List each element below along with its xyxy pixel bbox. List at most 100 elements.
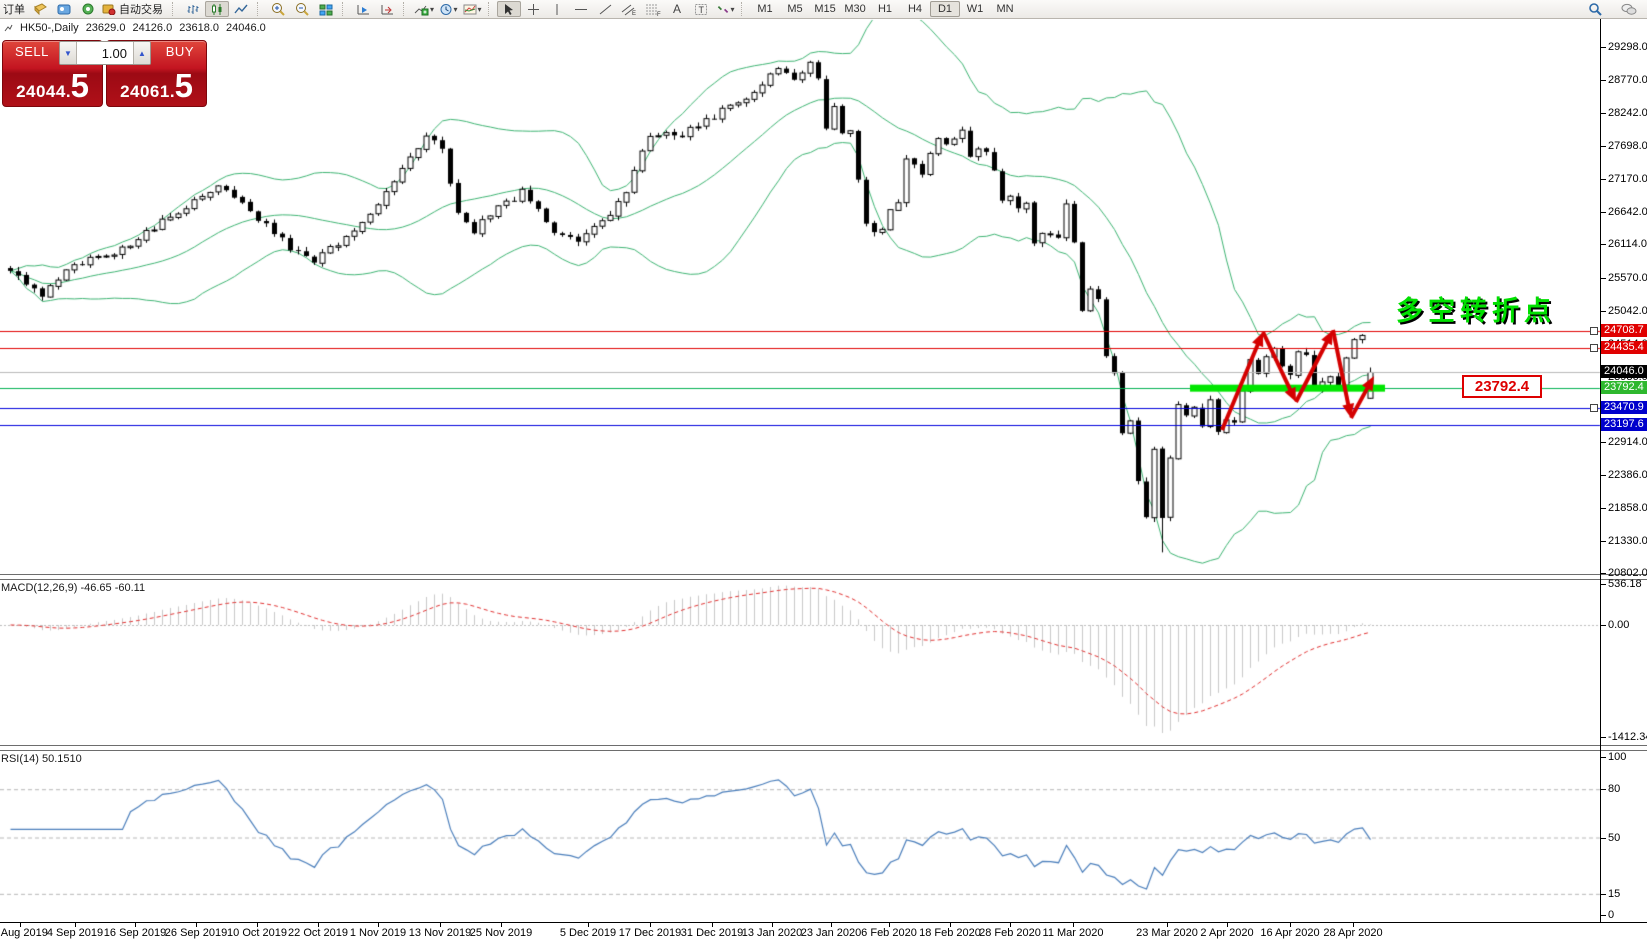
chart-text-annotation[interactable]: 多空转折点 [1396, 289, 1556, 328]
price-axis-tick [1601, 47, 1606, 48]
bar-chart-icon[interactable] [181, 1, 205, 17]
date-axis-label: 23 Mar 2020 [1136, 927, 1198, 939]
zoom-out-icon[interactable] [290, 1, 314, 17]
dropdown-caret-icon: ▾ [430, 4, 435, 14]
macd-axis-tick-label: -1412.34 [1608, 731, 1647, 743]
svg-text:F: F [657, 12, 661, 16]
timeframe-h4[interactable]: H4 [900, 1, 930, 17]
toolbar-group-orders: 订单 自动交易 [0, 0, 168, 18]
toolbar-separator [342, 2, 348, 16]
mt4-window: 订单 自动交易 ▾ ▾ ▾ E F A T ▾ M1 M5 M15 M30 H1… [0, 0, 1647, 942]
price-axis-tick-label: 26114.0 [1608, 238, 1647, 250]
date-axis-label: 16 Apr 2020 [1260, 927, 1320, 939]
period-clock-icon[interactable]: ▾ [436, 1, 460, 17]
price-axis-tick-label: 28242.0 [1608, 107, 1647, 119]
arrow-objects-icon[interactable]: ▾ [713, 1, 737, 17]
add-indicator-icon[interactable]: ▾ [412, 1, 436, 17]
signals-icon[interactable] [76, 1, 100, 17]
chart-shift-icon[interactable] [351, 1, 375, 17]
fibonacci-icon[interactable]: F [641, 1, 665, 17]
autotrading-button[interactable]: 自动交易 [100, 1, 168, 17]
cursor-icon[interactable] [497, 1, 522, 17]
price-badge: 23197.6 [1601, 418, 1647, 431]
date-axis-label: 25 Nov 2019 [469, 927, 533, 939]
chat-icon[interactable] [1617, 1, 1641, 17]
symbol-name: HK50-,Daily [20, 22, 79, 34]
timeframe-mn[interactable]: MN [990, 1, 1020, 17]
date-axis-label: 31 Dec 2019 [680, 927, 744, 939]
toolbar-separator [741, 2, 747, 16]
timeframe-h1[interactable]: H1 [870, 1, 900, 17]
symbol-info-line: HK50-,Daily 23629.0 24126.0 23618.0 2404… [4, 22, 266, 34]
timeframe-w1[interactable]: W1 [960, 1, 990, 17]
chart-canvas[interactable] [0, 0, 1647, 942]
date-axis-label: 2 Apr 2020 [1200, 927, 1254, 939]
text-icon[interactable]: A [665, 1, 689, 17]
auto-scroll-icon[interactable] [375, 1, 399, 17]
line-drag-handle[interactable] [1590, 344, 1598, 352]
timeframe-m5[interactable]: M5 [780, 1, 810, 17]
trendline-icon[interactable] [593, 1, 617, 17]
dropdown-caret-icon: ▾ [477, 4, 482, 14]
date-axis-label: 4 Sep 2019 [46, 927, 104, 939]
timeframe-m1[interactable]: M1 [750, 1, 780, 17]
volume-decrease-button[interactable]: ▼ [60, 42, 77, 64]
line-drag-handle[interactable] [1590, 327, 1598, 335]
orders-label[interactable]: 订单 [0, 1, 28, 17]
volume-input[interactable]: 1.00 [77, 42, 133, 64]
timeframe-m15[interactable]: M15 [810, 1, 840, 17]
rsi-label: RSI(14) 50.1510 [1, 753, 82, 765]
template-icon[interactable]: ▾ [460, 1, 484, 17]
price-level-box[interactable]: 23792.4 [1462, 375, 1542, 398]
price-axis-tick [1601, 541, 1606, 542]
price-axis-tick [1601, 278, 1606, 279]
zoom-in-icon[interactable] [266, 1, 290, 17]
toolbar-separator [488, 2, 494, 16]
horizontal-line-icon[interactable] [569, 1, 593, 17]
search-icon[interactable] [1583, 1, 1607, 17]
vertical-line-icon[interactable] [545, 1, 569, 17]
date-axis-label: 16 Sep 2019 [103, 927, 167, 939]
price-axis-tick-label: 27698.0 [1608, 140, 1647, 152]
price-axis-tick-label: 27170.0 [1608, 173, 1647, 185]
date-axis-label: 13 Jan 2020 [741, 927, 803, 939]
timeframe-group: M1 M5 M15 M30 H1 H4 D1 W1 MN [750, 0, 1020, 18]
price-axis-tick-label: 21858.0 [1608, 502, 1647, 514]
buy-price: 24061.5 [120, 67, 193, 104]
price-axis-tick [1601, 475, 1606, 476]
date-axis-label: 3 Aug 2019 [0, 927, 48, 939]
timeframe-d1[interactable]: D1 [930, 1, 961, 17]
price-axis-border [1600, 19, 1601, 922]
volume-increase-button[interactable]: ▲ [133, 42, 150, 64]
toolbar-separator [172, 2, 178, 16]
toolbar-right-group [1583, 1, 1641, 17]
timeframe-m30[interactable]: M30 [840, 1, 870, 17]
candlestick-chart-icon[interactable] [205, 1, 229, 17]
pane-separator[interactable] [0, 574, 1647, 580]
crosshair-icon[interactable] [521, 1, 545, 17]
toolbar-group-zoom [266, 0, 338, 18]
price-axis-tick [1601, 212, 1606, 213]
new-order-icon[interactable] [28, 1, 52, 17]
line-drag-handle[interactable] [1590, 404, 1598, 412]
price-axis-tick [1601, 442, 1606, 443]
volume-box: ▼ 1.00 ▲ [59, 41, 151, 65]
svg-text:T: T [699, 5, 705, 15]
date-axis-label: 22 Oct 2019 [288, 927, 348, 939]
date-axis-label: 5 Dec 2019 [559, 927, 617, 939]
price-axis-tick-label: 25042.0 [1608, 305, 1647, 317]
toolbar-group-tools: ▾ ▾ ▾ [412, 0, 484, 18]
line-chart-icon[interactable] [229, 1, 253, 17]
rsi-axis-tick [1601, 757, 1606, 758]
date-axis-label: 26 Sep 2019 [164, 927, 228, 939]
tile-windows-icon[interactable] [314, 1, 338, 17]
price-axis-tick-label: 28770.0 [1608, 74, 1647, 86]
pane-separator[interactable] [0, 745, 1647, 751]
text-label-icon[interactable]: T [689, 1, 713, 17]
equidistant-channel-icon[interactable]: E [617, 1, 641, 17]
market-watch-icon[interactable] [52, 1, 76, 17]
price-axis-tick [1601, 508, 1606, 509]
rsi-axis-tick-label: 80 [1608, 783, 1621, 795]
svg-text:E: E [632, 11, 636, 16]
price-badge: 24435.4 [1601, 341, 1647, 354]
